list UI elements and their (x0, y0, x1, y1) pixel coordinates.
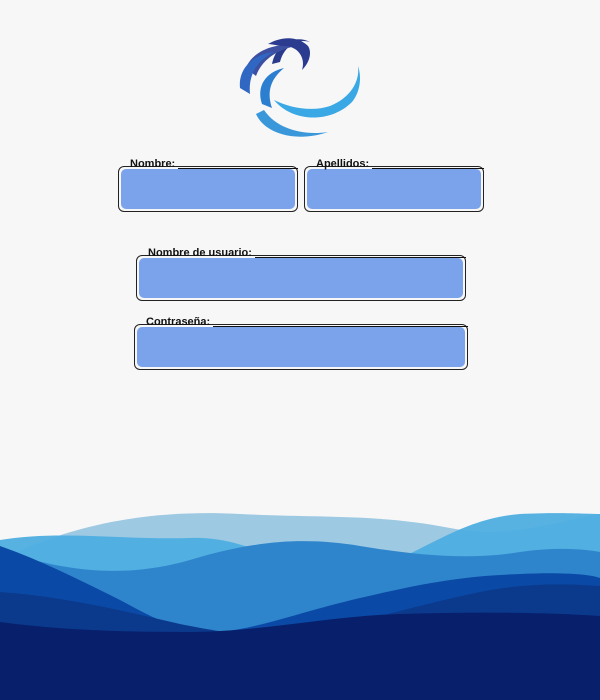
apellidos-input[interactable] (307, 169, 481, 209)
apellidos-box (304, 166, 484, 212)
password-box (134, 324, 468, 370)
username-input[interactable] (139, 258, 463, 298)
footer-waves-decoration (0, 513, 600, 700)
swirl-logo-icon (239, 38, 360, 137)
username-box (136, 255, 466, 301)
nombre-field: Nombre: (118, 156, 298, 212)
apellidos-field: Apellidos: (304, 156, 484, 212)
password-field: Contraseña: (134, 314, 468, 370)
nombre-box (118, 166, 298, 212)
username-field: Nombre de usuario: (136, 245, 466, 301)
nombre-input[interactable] (121, 169, 295, 209)
password-input[interactable] (137, 327, 465, 367)
